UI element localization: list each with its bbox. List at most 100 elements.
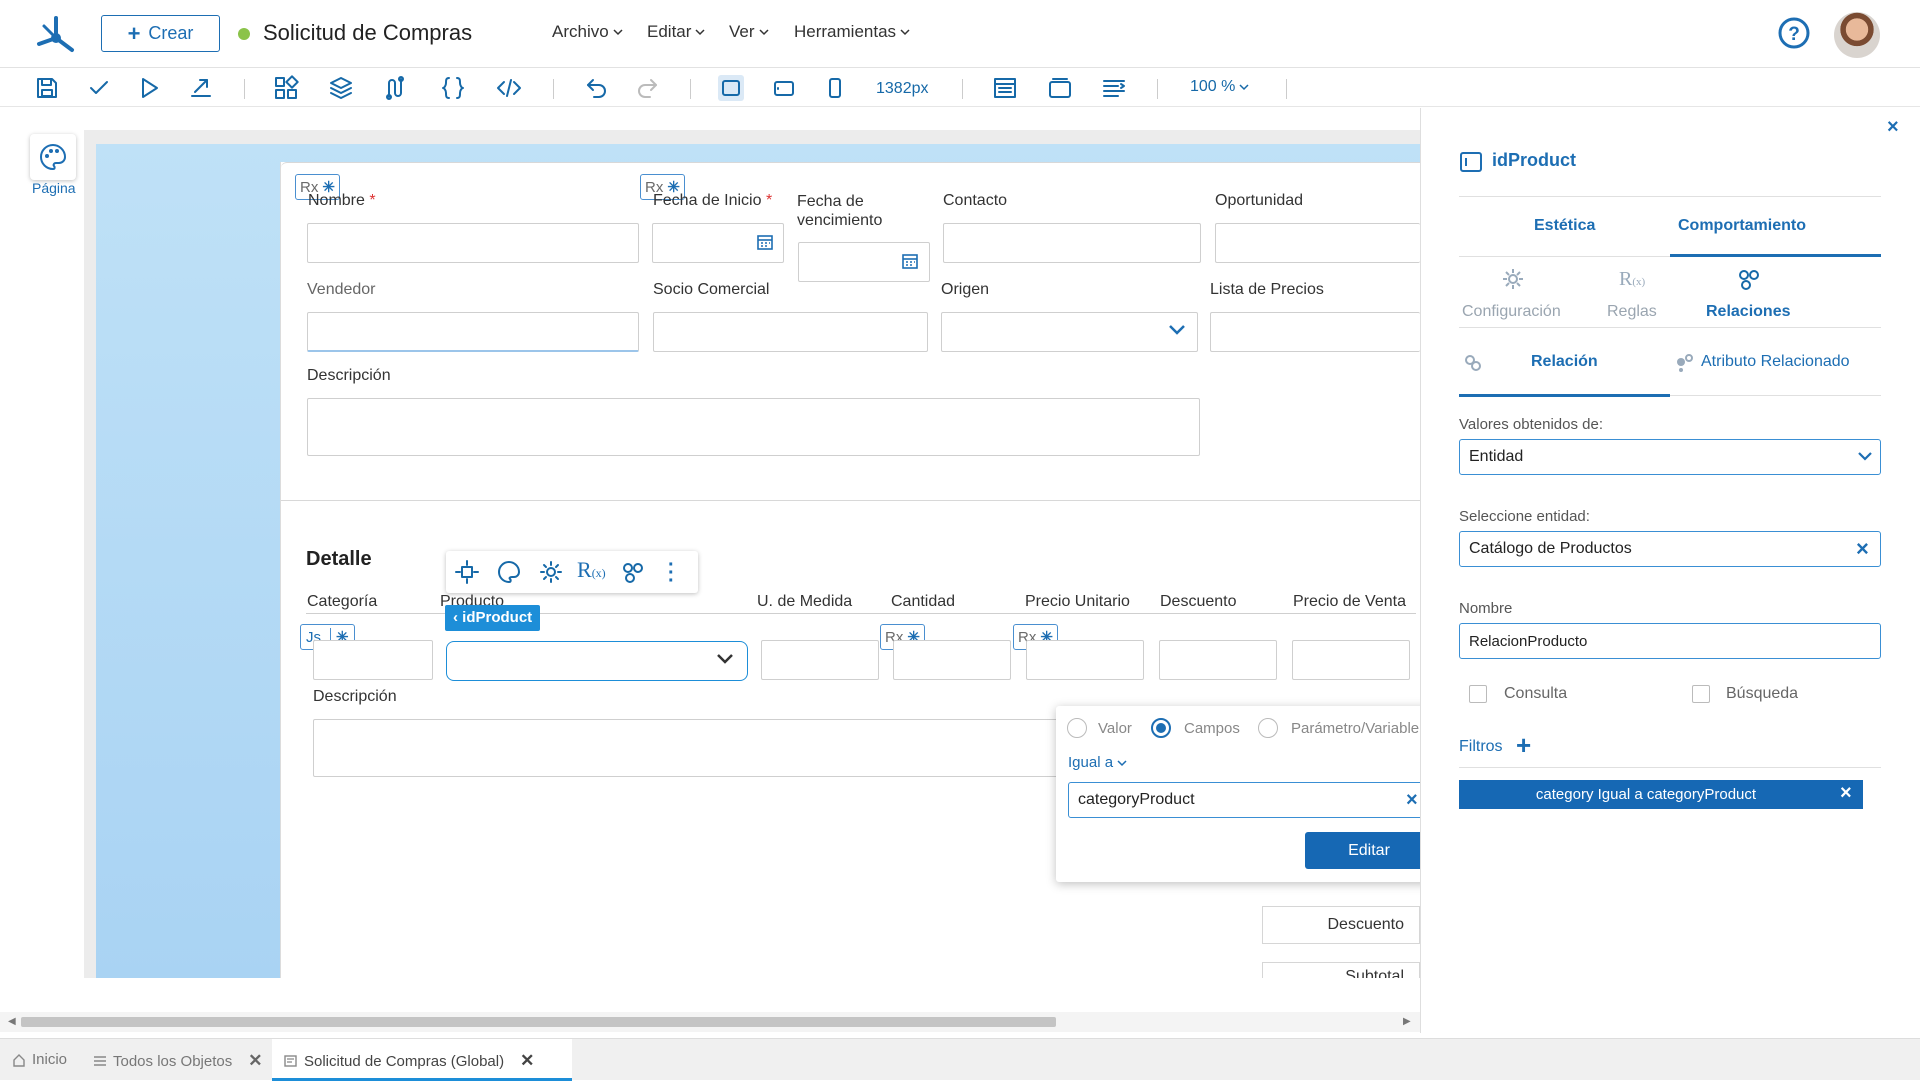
rules-icon[interactable]: R(x): [577, 557, 606, 583]
descuento-input[interactable]: [1159, 640, 1277, 680]
components-icon[interactable]: [273, 75, 299, 101]
undo-icon[interactable]: [584, 75, 610, 101]
tab-todos-objetos[interactable]: Todos los Objetos ✕: [93, 1051, 262, 1071]
gear-icon[interactable]: [1500, 266, 1526, 292]
radio-campos[interactable]: [1151, 718, 1171, 738]
settings-icon[interactable]: [538, 559, 564, 585]
create-button[interactable]: + Crear: [101, 15, 220, 52]
contacto-input[interactable]: [943, 223, 1201, 263]
menu-archivo[interactable]: Archivo: [552, 22, 623, 42]
toolbar-divider: [553, 79, 554, 99]
palette-button[interactable]: [30, 134, 76, 180]
entity-select[interactable]: Catálogo de Productos: [1459, 531, 1881, 567]
producto-select[interactable]: [446, 641, 748, 681]
remove-filter-icon[interactable]: ×: [1840, 782, 1852, 805]
subtab-configuracion[interactable]: Configuración: [1462, 303, 1561, 321]
chevron-down-icon: [900, 29, 910, 36]
align-icon[interactable]: [1101, 75, 1127, 101]
menu-ver[interactable]: Ver: [729, 22, 769, 42]
play-icon[interactable]: [136, 75, 162, 101]
radio-valor[interactable]: [1067, 718, 1087, 738]
filter-chip[interactable]: category Igual a categoryProduct: [1459, 780, 1863, 809]
mobile-view-icon[interactable]: [822, 75, 848, 101]
palette-icon[interactable]: [496, 559, 522, 585]
selected-component-badge[interactable]: ‹ idProduct: [445, 605, 541, 631]
vendedor-input[interactable]: [307, 312, 639, 352]
precio-unitario-input[interactable]: [1026, 640, 1144, 680]
lista-precios-input[interactable]: [1210, 312, 1420, 352]
categoria-input[interactable]: [313, 640, 433, 680]
socio-comercial-input[interactable]: [653, 312, 928, 352]
values-from-select[interactable]: Entidad: [1459, 439, 1881, 475]
subtab-relaciones[interactable]: Relaciones: [1706, 303, 1790, 321]
close-tab-icon[interactable]: ✕: [248, 1051, 262, 1071]
flow-icon[interactable]: [383, 75, 409, 101]
precio-venta-input[interactable]: [1292, 640, 1410, 680]
chevron-down-icon[interactable]: [1168, 323, 1186, 337]
rules-icon[interactable]: R(x): [1619, 268, 1645, 291]
related-attribute-tab[interactable]: Atributo Relacionado: [1701, 353, 1850, 371]
menu-herramientas[interactable]: Herramientas: [794, 22, 910, 42]
add-filter-icon[interactable]: +: [1516, 731, 1531, 759]
window-icon[interactable]: [1047, 75, 1073, 101]
calendar-icon[interactable]: [901, 252, 919, 270]
u-medida-input[interactable]: [761, 640, 879, 680]
canvas-width-value[interactable]: 1382px: [876, 80, 929, 98]
close-tab-icon[interactable]: ✕: [520, 1051, 534, 1071]
code-icon[interactable]: [496, 75, 522, 101]
export-icon[interactable]: [188, 75, 214, 101]
close-icon[interactable]: ×: [1887, 116, 1899, 139]
chevron-down-icon[interactable]: [716, 652, 734, 666]
edit-button[interactable]: Editar: [1305, 832, 1433, 869]
scroll-left-icon[interactable]: ◀: [8, 1016, 16, 1027]
horizontal-scrollbar[interactable]: ◀ ▶: [0, 1012, 1420, 1032]
busqueda-checkbox[interactable]: [1692, 685, 1710, 703]
clear-icon[interactable]: ×: [1856, 536, 1869, 562]
relation-tab[interactable]: Relación: [1531, 353, 1598, 371]
zoom-select[interactable]: 100 %: [1190, 78, 1249, 96]
tab-comportamiento[interactable]: Comportamiento: [1678, 217, 1806, 235]
chevron-down-icon: [1117, 759, 1127, 766]
radio-parametro[interactable]: [1258, 718, 1278, 738]
save-icon[interactable]: [34, 75, 60, 101]
tab-estetica[interactable]: Estética: [1534, 217, 1595, 235]
tab-solicitud-compras[interactable]: Solicitud de Compras (Global) ✕: [272, 1039, 572, 1081]
operator-select[interactable]: Igual a: [1068, 754, 1127, 771]
related-attribute-icon: [1673, 352, 1695, 374]
relations-icon[interactable]: [1736, 266, 1762, 292]
row-description-textarea[interactable]: [313, 719, 1073, 777]
name-input[interactable]: RelacionProducto: [1459, 623, 1881, 659]
calendar-icon[interactable]: [756, 233, 774, 251]
scroll-right-icon[interactable]: ▶: [1403, 1016, 1411, 1027]
app-logo-icon[interactable]: [36, 14, 76, 54]
origen-select[interactable]: [941, 312, 1198, 352]
avatar[interactable]: [1834, 12, 1880, 58]
relations-icon[interactable]: [620, 559, 646, 585]
oportunidad-input[interactable]: [1215, 223, 1420, 263]
filter-field-input[interactable]: categoryProduct: [1068, 782, 1432, 818]
nombre-input[interactable]: [307, 223, 639, 263]
name-value: RelacionProducto: [1469, 632, 1588, 650]
layout-header-icon[interactable]: [992, 75, 1018, 101]
column-header: Precio Unitario: [1025, 593, 1130, 610]
tab-inicio[interactable]: Inicio: [12, 1051, 67, 1068]
filters-label: Filtros: [1459, 738, 1503, 755]
desktop-view-icon[interactable]: [718, 75, 744, 101]
menu-editar[interactable]: Editar: [647, 22, 705, 42]
move-icon[interactable]: [454, 559, 480, 585]
consulta-checkbox[interactable]: [1469, 685, 1487, 703]
subtab-reglas[interactable]: Reglas: [1607, 303, 1657, 321]
tablet-view-icon[interactable]: [771, 75, 797, 101]
layers-icon[interactable]: [328, 75, 354, 101]
clear-icon[interactable]: ×: [1406, 789, 1418, 812]
descripcion-textarea[interactable]: [307, 398, 1200, 456]
check-icon[interactable]: [86, 75, 112, 101]
field-label-socio-comercial: Socio Comercial: [653, 281, 770, 298]
help-icon[interactable]: ?: [1777, 16, 1811, 50]
cantidad-input[interactable]: [893, 640, 1011, 680]
more-vertical-icon[interactable]: · · ·: [668, 555, 675, 591]
chevron-down-icon[interactable]: [1857, 451, 1873, 463]
scroll-thumb[interactable]: [21, 1017, 1056, 1027]
redo-icon[interactable]: [634, 75, 660, 101]
braces-icon[interactable]: [440, 75, 466, 101]
